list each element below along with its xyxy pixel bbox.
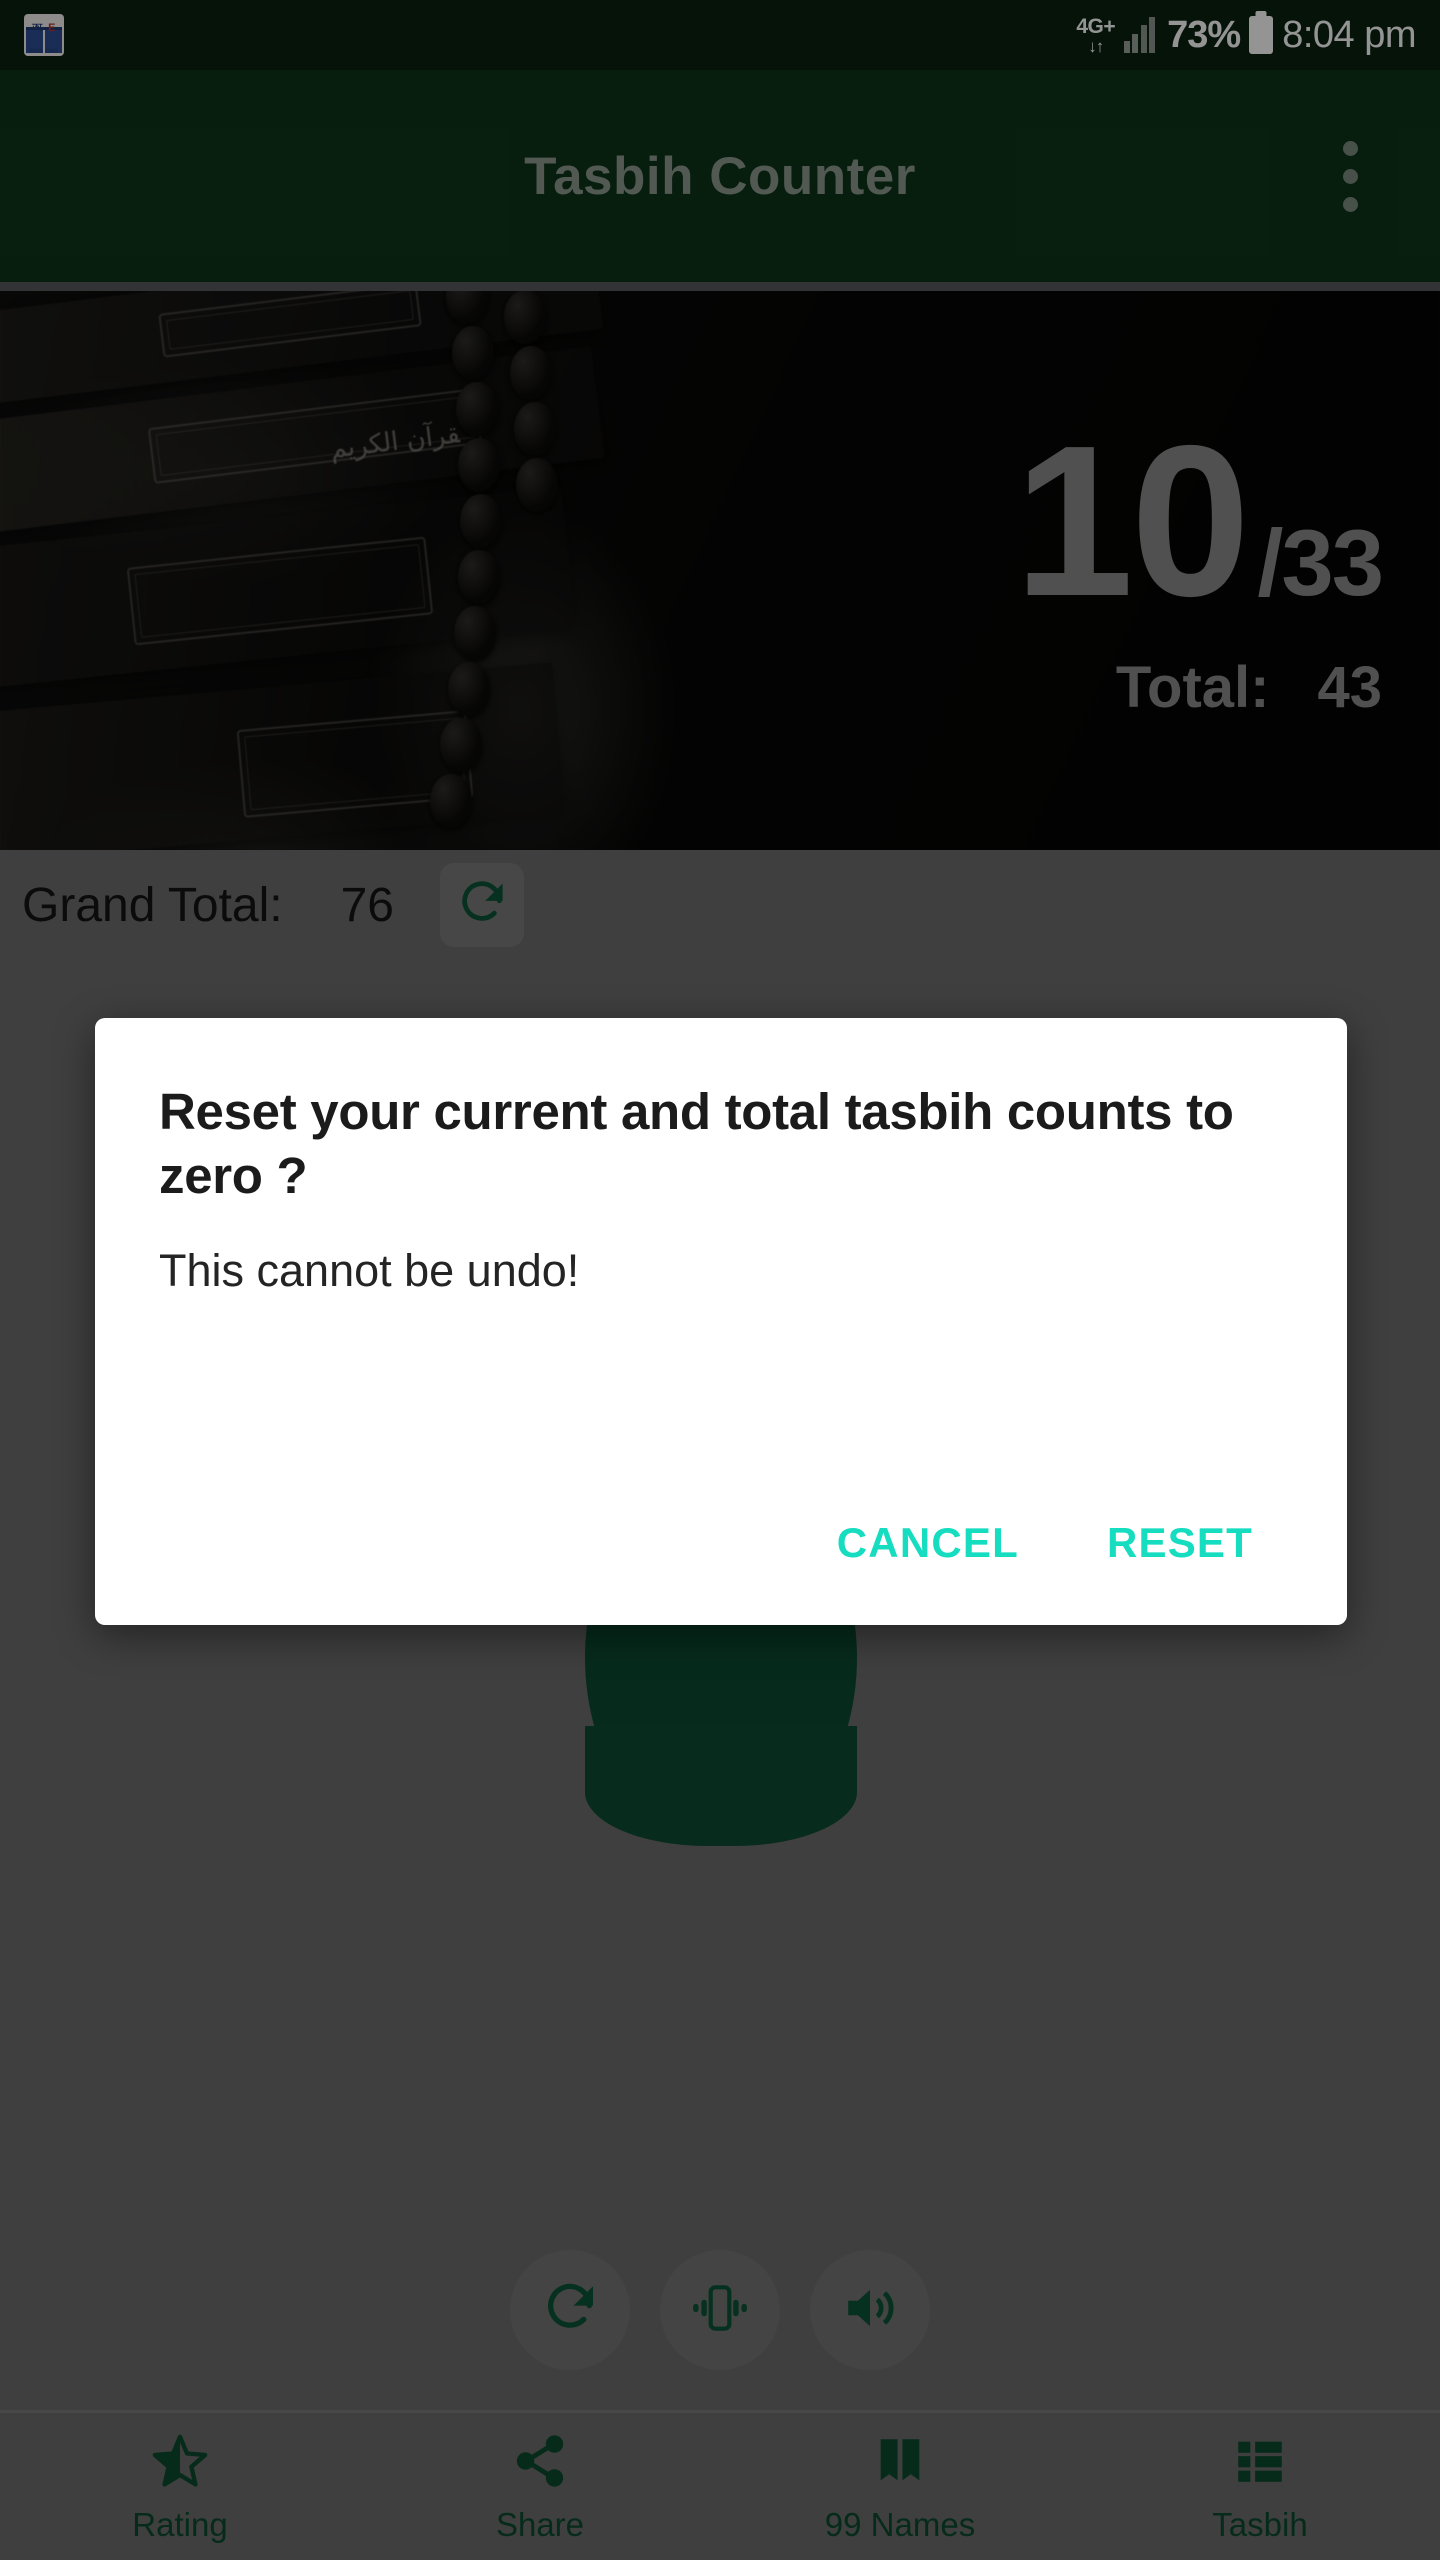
- nav-label-99-names: 99 Names: [824, 2505, 976, 2543]
- list-icon: [1231, 2430, 1289, 2492]
- reset-control-button[interactable]: [510, 2250, 630, 2370]
- grand-total-reset-button[interactable]: [440, 863, 524, 947]
- counter-current-row: 10 /33: [1014, 400, 1384, 642]
- dictionary-app-icon: অ E BNG ENG: [24, 14, 64, 56]
- bottom-navigation: Rating Share 99 Names Tasbih: [0, 2410, 1440, 2560]
- phone-screen: অ E BNG ENG 4G+ ↓↑ 73% 8:04 pm Tasbih Co…: [0, 0, 1440, 2560]
- cancel-button[interactable]: CANCEL: [815, 1505, 1041, 1581]
- counter-display: 10 /33 Total: 43: [1014, 290, 1384, 850]
- refresh-icon: [456, 877, 508, 934]
- more-vertical-icon[interactable]: [1318, 133, 1382, 219]
- current-count-value: 10: [1014, 400, 1250, 642]
- app-bar-divider: [0, 282, 1440, 291]
- status-bar-indicators: 4G+ ↓↑ 73% 8:04 pm: [1076, 14, 1416, 57]
- network-indicator: 4G+ ↓↑: [1076, 16, 1115, 55]
- total-value: 43: [1317, 654, 1382, 720]
- grand-total-value: 76: [340, 878, 394, 932]
- sound-control-button[interactable]: [810, 2250, 930, 2370]
- grand-total-label: Grand Total:: [22, 878, 283, 932]
- dialog-title: Reset your current and total tasbih coun…: [159, 1083, 1234, 1205]
- refresh-icon: [541, 2279, 599, 2342]
- clock-label: 8:04 pm: [1282, 13, 1416, 56]
- battery-percent-label: 73%: [1167, 13, 1241, 56]
- notification-icon-caption: BNG ENG: [29, 49, 59, 55]
- notification-glyph-primary: অ: [32, 22, 43, 34]
- dialog-actions: CANCEL RESET: [95, 1505, 1347, 1625]
- status-bar-notifications: অ E BNG ENG: [24, 14, 64, 56]
- volume-up-icon: [840, 2279, 900, 2342]
- nav-label-share: Share: [495, 2505, 585, 2543]
- status-bar: অ E BNG ENG 4G+ ↓↑ 73% 8:04 pm: [0, 0, 1440, 70]
- nav-item-share[interactable]: Share: [360, 2413, 720, 2560]
- control-row: [0, 2250, 1440, 2370]
- page-title: Tasbih Counter: [524, 146, 916, 206]
- share-icon: [511, 2430, 569, 2492]
- notification-glyph-secondary: E: [48, 22, 56, 34]
- book-icon: [871, 2430, 929, 2492]
- nav-item-99-names[interactable]: 99 Names: [720, 2413, 1080, 2560]
- hero-banner[interactable]: القرآن الكريم 10 /33 Total: 43: [0, 290, 1440, 850]
- nav-item-rating[interactable]: Rating: [0, 2413, 360, 2560]
- dialog-message: This cannot be undo!: [159, 1244, 580, 1296]
- counter-total-row: Total: 43: [1116, 654, 1382, 721]
- star-half-icon: [151, 2430, 209, 2492]
- nav-item-tasbih[interactable]: Tasbih: [1080, 2413, 1440, 2560]
- total-label: Total:: [1115, 654, 1270, 720]
- nav-label-rating: Rating: [132, 2505, 228, 2543]
- network-type-label: 4G+: [1076, 14, 1116, 38]
- app-bar: Tasbih Counter: [0, 70, 1440, 282]
- signal-bars-icon: [1124, 17, 1158, 53]
- data-arrows-icon: ↓↑: [1088, 36, 1104, 56]
- reset-button[interactable]: RESET: [1085, 1505, 1275, 1581]
- goal-count-value: /33: [1257, 510, 1384, 616]
- vibration-icon: [689, 2279, 751, 2342]
- reset-confirmation-dialog: Reset your current and total tasbih coun…: [95, 1018, 1347, 1625]
- nav-label-tasbih: Tasbih: [1212, 2505, 1308, 2543]
- vibrate-control-button[interactable]: [660, 2250, 780, 2370]
- battery-icon: [1249, 16, 1274, 54]
- grand-total-row: Grand Total: 76: [0, 850, 1440, 960]
